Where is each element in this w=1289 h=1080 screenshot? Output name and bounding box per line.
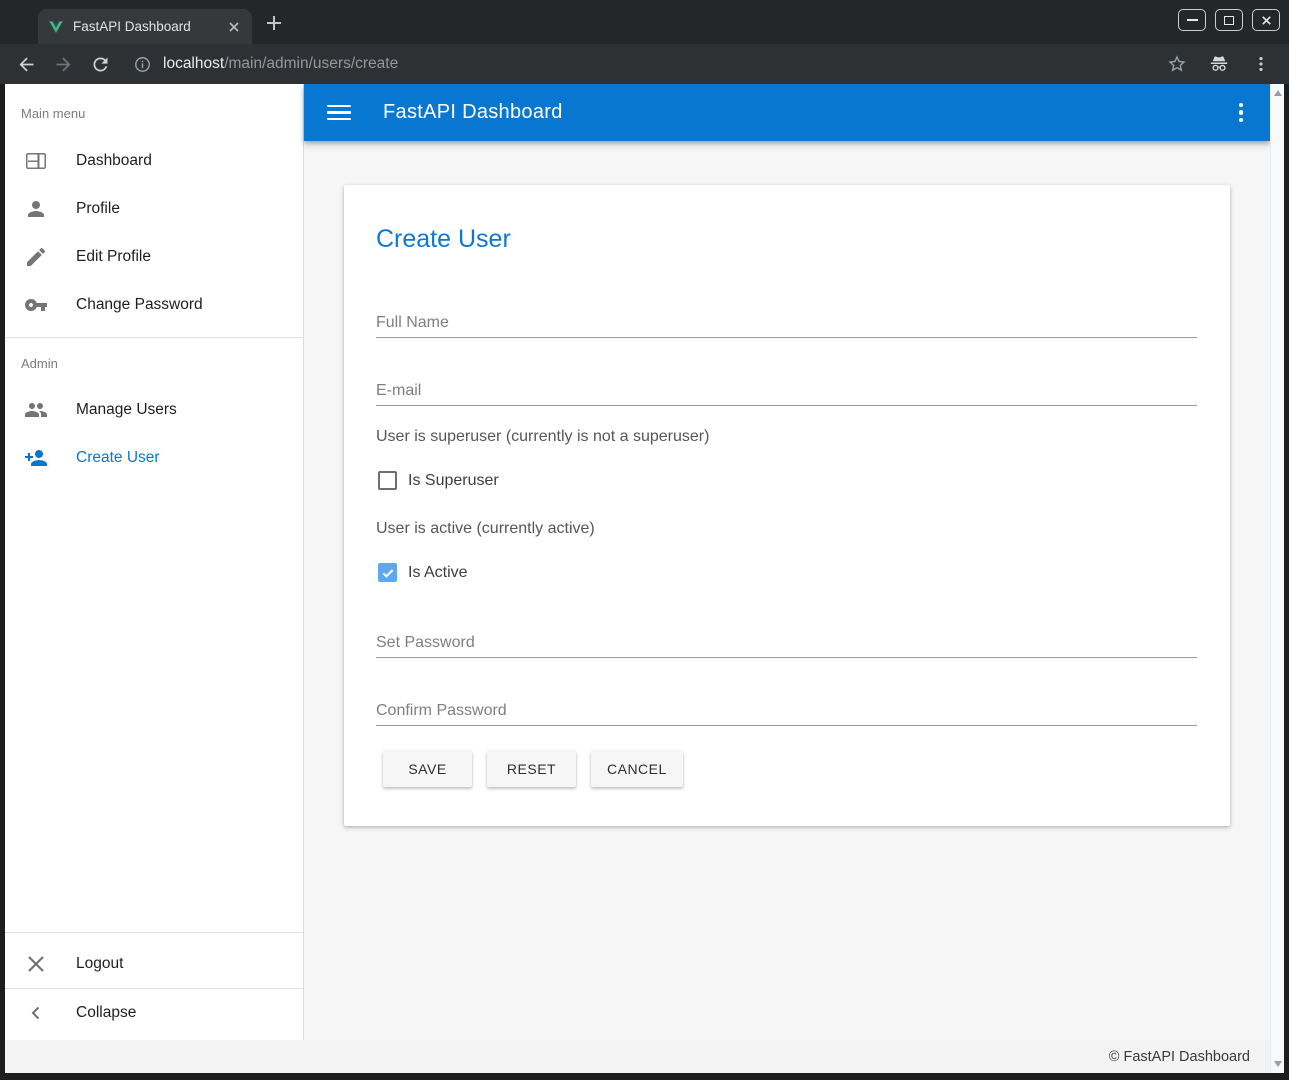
- maximize-icon: [1224, 16, 1234, 25]
- window-maximize-button[interactable]: [1215, 9, 1243, 31]
- page-title: Create User: [376, 225, 511, 254]
- cancel-button[interactable]: CANCEL: [591, 751, 683, 787]
- sidebar-item-change-password[interactable]: Change Password: [5, 281, 303, 329]
- url-host: localhost: [163, 55, 224, 72]
- sidebar-item-edit-profile[interactable]: Edit Profile: [5, 233, 303, 281]
- sidebar-divider: [5, 337, 303, 338]
- tab-title: FastAPI Dashboard: [73, 19, 226, 34]
- is-superuser-checkbox-row[interactable]: Is Superuser: [378, 471, 499, 490]
- app-title: FastAPI Dashboard: [383, 101, 563, 124]
- is-active-checkbox-row[interactable]: Is Active: [378, 563, 468, 582]
- scroll-up-arrow-icon[interactable]: [1274, 90, 1282, 96]
- full-name-field[interactable]: [376, 309, 1197, 338]
- sidebar-item-dashboard[interactable]: Dashboard: [5, 137, 303, 185]
- sidebar-bottom: Logout Collapse: [5, 932, 303, 1040]
- scroll-down-arrow-icon[interactable]: [1274, 1061, 1282, 1067]
- page-viewport: Main menu Dashboard Profile Edit Profile…: [5, 84, 1284, 1073]
- window-controls: [1178, 9, 1280, 31]
- web-icon: [24, 149, 48, 173]
- sidebar: Main menu Dashboard Profile Edit Profile…: [5, 84, 304, 1040]
- url-text[interactable]: localhost/main/admin/users/create: [163, 55, 398, 73]
- checkbox-label: Is Active: [408, 564, 468, 582]
- new-tab-button[interactable]: [264, 13, 284, 33]
- sidebar-item-label: Dashboard: [76, 152, 152, 170]
- sidebar-item-label: Create User: [76, 449, 160, 467]
- sidebar-item-label: Edit Profile: [76, 248, 151, 266]
- person-icon: [24, 197, 48, 221]
- toolbar-actions: [1167, 53, 1271, 75]
- confirm-password-input[interactable]: [376, 697, 1197, 725]
- minimize-icon: [1187, 19, 1198, 21]
- set-password-field[interactable]: [376, 629, 1197, 658]
- email-field[interactable]: [376, 377, 1197, 406]
- sidebar-item-label: Manage Users: [76, 401, 177, 419]
- confirm-password-field[interactable]: [376, 697, 1197, 726]
- forward-button[interactable]: [53, 54, 74, 75]
- browser-menu-kebab-icon[interactable]: [1251, 54, 1271, 74]
- page-footer: © FastAPI Dashboard: [5, 1040, 1284, 1073]
- sidebar-item-profile[interactable]: Profile: [5, 185, 303, 233]
- form-actions: SAVE RESET CANCEL: [383, 751, 683, 787]
- pencil-icon: [24, 245, 48, 269]
- chevron-left-icon: [24, 1001, 48, 1025]
- sidebar-item-logout[interactable]: Logout: [5, 940, 303, 988]
- full-name-input[interactable]: [376, 309, 1197, 337]
- sidebar-item-label: Logout: [76, 955, 123, 973]
- sidebar-item-label: Profile: [76, 200, 120, 218]
- browser-toolbar: localhost/main/admin/users/create: [0, 44, 1289, 84]
- window-close-button[interactable]: [1252, 9, 1280, 31]
- vue-favicon-icon: [48, 19, 64, 35]
- page-scrollbar[interactable]: [1270, 84, 1284, 1073]
- window-minimize-button[interactable]: [1178, 9, 1206, 31]
- checkbox-unchecked-icon[interactable]: [378, 471, 397, 490]
- checkbox-label: Is Superuser: [408, 472, 499, 490]
- close-icon: [24, 952, 48, 976]
- person-add-icon: [24, 446, 48, 470]
- hamburger-menu-icon[interactable]: [327, 101, 351, 125]
- email-input[interactable]: [376, 377, 1197, 405]
- bookmark-star-icon[interactable]: [1167, 54, 1187, 74]
- app-menu-kebab-icon[interactable]: [1239, 103, 1244, 123]
- browser-tab[interactable]: FastAPI Dashboard: [38, 9, 252, 44]
- create-user-card: Create User User is superuser (currently…: [344, 185, 1230, 826]
- save-button[interactable]: SAVE: [383, 751, 472, 787]
- close-icon: [1260, 14, 1273, 27]
- people-icon: [24, 398, 48, 422]
- incognito-icon: [1208, 53, 1230, 75]
- sidebar-item-label: Collapse: [76, 1004, 136, 1022]
- sidebar-item-create-user[interactable]: Create User: [5, 434, 303, 482]
- back-button[interactable]: [16, 54, 37, 75]
- reset-button[interactable]: RESET: [487, 751, 576, 787]
- superuser-hint: User is superuser (currently is not a su…: [376, 428, 709, 446]
- active-hint: User is active (currently active): [376, 520, 595, 538]
- checkbox-checked-icon[interactable]: [378, 563, 397, 582]
- site-info-icon[interactable]: [133, 55, 152, 74]
- url-path: /main/admin/users/create: [224, 55, 398, 72]
- app-bar: FastAPI Dashboard: [304, 84, 1270, 141]
- sidebar-section-main-menu: Main menu: [21, 105, 303, 123]
- sidebar-item-manage-users[interactable]: Manage Users: [5, 386, 303, 434]
- sidebar-item-label: Change Password: [76, 296, 203, 314]
- sidebar-section-admin: Admin: [21, 355, 303, 373]
- browser-titlebar: FastAPI Dashboard: [0, 0, 1289, 44]
- tab-close-icon[interactable]: [226, 19, 242, 35]
- reload-button[interactable]: [90, 54, 111, 75]
- copyright-text: © FastAPI Dashboard: [1109, 1049, 1250, 1065]
- set-password-input[interactable]: [376, 629, 1197, 657]
- address-bar[interactable]: localhost/main/admin/users/create: [133, 55, 398, 74]
- key-icon: [24, 293, 48, 317]
- sidebar-item-collapse[interactable]: Collapse: [5, 988, 303, 1036]
